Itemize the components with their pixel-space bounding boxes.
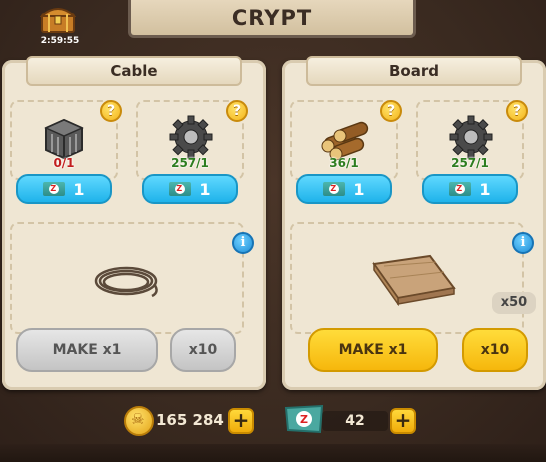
help-icon[interactable]: ? <box>506 100 528 122</box>
product-quantity-badge: x50 <box>492 292 536 314</box>
logs-icon <box>321 121 369 160</box>
ticket-icon: Z <box>43 182 66 196</box>
recipe-panel-cable: Cable ? 0/1 ? 257/1 Z 1 Z 1 i MAKE x1 x1… <box>2 56 266 390</box>
gear-icon <box>169 115 213 159</box>
iron-crate-icon <box>44 118 84 160</box>
rope-coil-icon <box>94 266 158 298</box>
ticket-icon: Z <box>449 182 472 196</box>
info-icon[interactable]: i <box>512 232 534 254</box>
gold-amount: 165 284 <box>156 411 224 429</box>
gear-icon <box>449 115 493 159</box>
svg-text:Z: Z <box>300 413 308 426</box>
help-icon[interactable]: ? <box>100 100 122 122</box>
make-x1-button[interactable]: MAKE x1 <box>308 328 438 372</box>
recipe-title: Cable <box>26 56 242 86</box>
ticket-cost: 1 <box>479 179 491 199</box>
recipe-title: Board <box>306 56 522 86</box>
ticket-skip-button[interactable]: Z 1 <box>16 174 112 204</box>
ticket-cost: 1 <box>199 179 211 199</box>
make-x10-button[interactable]: x10 <box>170 328 236 372</box>
product-slot <box>290 222 524 334</box>
make-x10-button[interactable]: x10 <box>462 328 528 372</box>
ticket-skip-button[interactable]: Z 1 <box>142 174 238 204</box>
ingredient-count: 257/1 <box>171 156 209 170</box>
ingredient-count: 257/1 <box>451 156 489 170</box>
title-plank: CRYPT <box>128 0 416 38</box>
ticket-icon: Z <box>284 404 324 434</box>
ticket-skip-button[interactable]: Z 1 <box>296 174 392 204</box>
add-tickets-button[interactable]: + <box>390 408 416 434</box>
make-x1-button[interactable]: MAKE x1 <box>16 328 158 372</box>
add-gold-button[interactable]: + <box>228 408 254 434</box>
ticket-cost: 1 <box>73 179 85 199</box>
help-icon[interactable]: ? <box>226 100 248 122</box>
skull-coin-icon <box>124 406 154 436</box>
treasure-chest-icon[interactable] <box>40 4 76 34</box>
product-slot <box>10 222 244 334</box>
ingredient-count: 36/1 <box>329 156 359 170</box>
ticket-amount: 42 <box>322 411 388 431</box>
ticket-cost: 1 <box>353 179 365 199</box>
floor <box>0 444 546 462</box>
ticket-icon: Z <box>169 182 192 196</box>
help-icon[interactable]: ? <box>380 100 402 122</box>
recipe-panel-board: Board ? 36/1 ? 257/1 Z 1 Z 1 i x50 MAKE … <box>282 56 546 390</box>
ticket-skip-button[interactable]: Z 1 <box>422 174 518 204</box>
ingredient-count: 0/1 <box>53 156 75 170</box>
wood-plank-icon <box>372 254 456 306</box>
ticket-icon: Z <box>323 182 346 196</box>
page-title: CRYPT <box>231 5 313 30</box>
info-icon[interactable]: i <box>232 232 254 254</box>
chest-timer: 2:59:55 <box>40 36 80 46</box>
